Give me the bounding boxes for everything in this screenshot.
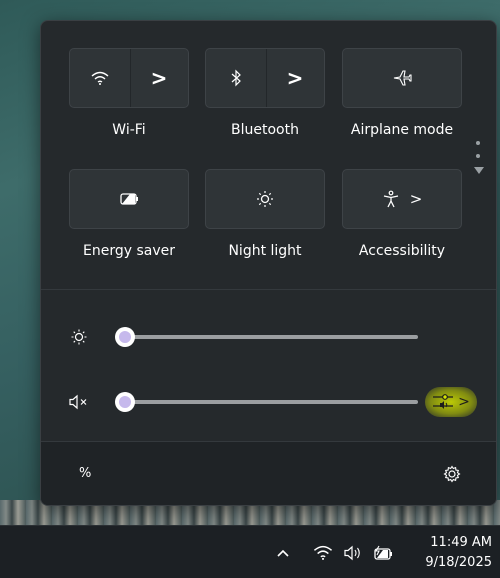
taskbar-clock[interactable]: 11:49 AM 9/18/2025 (412, 533, 492, 573)
brightness-slider-row (41, 322, 496, 352)
sound-mixer-button[interactable]: > (425, 387, 477, 417)
volume-muted-icon[interactable] (67, 391, 91, 413)
bluetooth-expand-button[interactable]: > (266, 49, 324, 107)
battery-percentage[interactable]: % (79, 466, 91, 481)
airplane-mode-label: Airplane mode (350, 122, 454, 138)
chevron-up-icon (277, 549, 289, 557)
system-tray-group[interactable] (306, 526, 402, 578)
bluetooth-tile[interactable]: > (205, 48, 325, 108)
accessibility-icon (383, 190, 398, 208)
brightness-icon (67, 326, 91, 348)
scroll-down-icon[interactable] (474, 167, 484, 174)
page-indicator[interactable] (474, 141, 484, 174)
volume-track[interactable] (124, 400, 418, 404)
night-light-label: Night light (228, 243, 302, 259)
page-dot-2[interactable] (476, 154, 480, 158)
wifi-expand-button[interactable]: > (130, 49, 188, 107)
brightness-thumb[interactable] (115, 327, 135, 347)
wifi-tile[interactable]: > (69, 48, 189, 108)
night-light-tile[interactable] (205, 169, 325, 229)
wifi-icon (313, 545, 333, 560)
bluetooth-toggle[interactable] (206, 49, 267, 107)
wifi-icon (91, 71, 109, 85)
panel-divider (41, 289, 496, 290)
wifi-label: Wi-Fi (112, 122, 146, 138)
battery-charging-icon (374, 545, 392, 560)
taskbar: 11:49 AM 9/18/2025 (0, 525, 500, 578)
airplane-mode-tile[interactable] (342, 48, 462, 108)
chevron-right-icon: > (409, 190, 423, 208)
night-light-icon (257, 191, 273, 207)
sound-mixer-icon (433, 394, 454, 409)
show-hidden-icons-button[interactable] (270, 526, 296, 578)
energy-saver-icon (120, 193, 138, 205)
chevron-right-icon: > (150, 66, 168, 90)
accessibility-tile[interactable]: > (342, 169, 462, 229)
page-dot-1[interactable] (476, 141, 480, 145)
accessibility-label: Accessibility (358, 243, 446, 259)
volume-thumb[interactable] (115, 392, 135, 412)
clock-date: 9/18/2025 (425, 555, 492, 570)
chevron-right-icon: > (286, 66, 304, 90)
bluetooth-label: Bluetooth (231, 122, 299, 138)
settings-button[interactable] (441, 463, 463, 485)
energy-saver-label: Energy saver (83, 243, 175, 259)
chevron-right-icon: > (458, 394, 470, 410)
bluetooth-icon (231, 69, 241, 87)
brightness-track[interactable] (124, 335, 418, 339)
gear-icon (443, 465, 461, 483)
quick-settings-footer: % (41, 441, 496, 505)
wifi-toggle[interactable] (70, 49, 131, 107)
energy-saver-tile[interactable] (69, 169, 189, 229)
speaker-icon (344, 545, 360, 560)
airplane-icon (393, 70, 412, 86)
quick-settings-panel: > Wi-Fi > Bluetooth Airplane mode Energy… (40, 20, 497, 506)
clock-time: 11:49 AM (430, 535, 492, 550)
